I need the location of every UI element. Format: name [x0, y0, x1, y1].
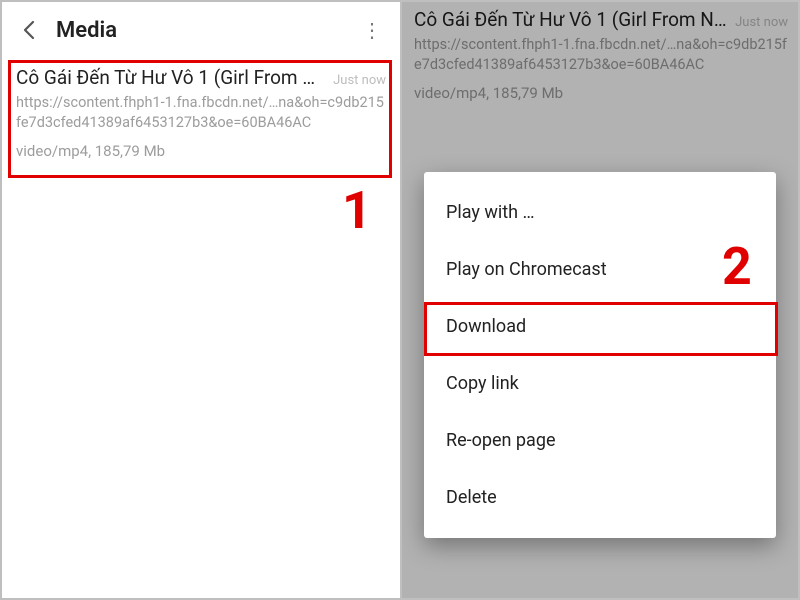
menu-option-copy-link[interactable]: Copy link — [424, 355, 776, 412]
menu-option-download[interactable]: Download — [424, 298, 776, 355]
menu-option-play-with[interactable]: Play with … — [424, 184, 776, 241]
annotation-step-1: 1 — [342, 180, 372, 241]
media-item-url: https://scontent.fhph1-1.fna.fbcdn.net/…… — [16, 93, 386, 132]
app-bar: Media ⋮ — [2, 2, 400, 58]
menu-option-chromecast[interactable]: Play on Chromecast — [424, 241, 776, 298]
back-icon[interactable] — [8, 8, 52, 52]
menu-option-reopen-page[interactable]: Re-open page — [424, 412, 776, 469]
media-list-item[interactable]: Cô Gái Đến Từ Hư Vô 1 (Girl From N… Just… — [10, 58, 392, 170]
overflow-icon[interactable]: ⋮ — [350, 8, 394, 52]
right-screenshot: Cô Gái Đến Từ Hư Vô 1 (Girl From N… Just… — [400, 2, 798, 598]
media-item-meta: video/mp4, 185,79 Mb — [16, 142, 386, 160]
left-screenshot: Media ⋮ Cô Gái Đến Từ Hư Vô 1 (Girl From… — [2, 2, 400, 598]
media-item-timestamp: Just now — [333, 73, 386, 88]
context-menu: Play with … Play on Chromecast Download … — [424, 172, 776, 538]
menu-option-delete[interactable]: Delete — [424, 469, 776, 526]
page-title: Media — [56, 18, 350, 43]
media-item-title: Cô Gái Đến Từ Hư Vô 1 (Girl From N… — [16, 66, 327, 89]
